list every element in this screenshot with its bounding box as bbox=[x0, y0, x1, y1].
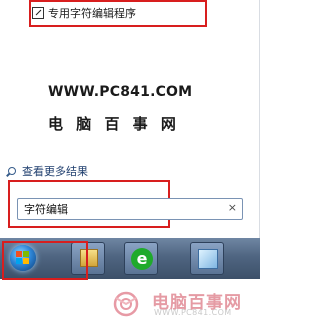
start-search-box[interactable]: × bbox=[17, 198, 243, 220]
highlight-box-start bbox=[2, 241, 88, 280]
site-logo: 电脑百事网 WWW.PC841.COM bbox=[110, 284, 260, 324]
site-logo-mark-icon bbox=[113, 291, 139, 317]
watermark-url: WWW.PC841.COM bbox=[48, 84, 193, 100]
see-more-results-link[interactable]: 查看更多结果 bbox=[8, 163, 88, 179]
start-menu-panel: 专用字符编辑程序 WWW.PC841.COM 电 脑 百 事 网 查看更多结果 … bbox=[0, 0, 260, 238]
ie-icon: e bbox=[131, 248, 153, 270]
watermark-name: 电 脑 百 事 网 bbox=[48, 115, 180, 133]
logo-url: WWW.PC841.COM bbox=[154, 308, 232, 317]
highlight-box-program bbox=[29, 0, 207, 27]
see-more-results-label: 查看更多结果 bbox=[22, 165, 88, 178]
app-window-icon bbox=[198, 249, 218, 269]
taskbar-ie-button[interactable]: e bbox=[124, 242, 158, 275]
clear-search-button[interactable]: × bbox=[228, 201, 237, 214]
search-input[interactable] bbox=[24, 201, 214, 217]
taskbar-app-button[interactable] bbox=[190, 242, 224, 275]
magnifier-icon bbox=[8, 167, 16, 175]
